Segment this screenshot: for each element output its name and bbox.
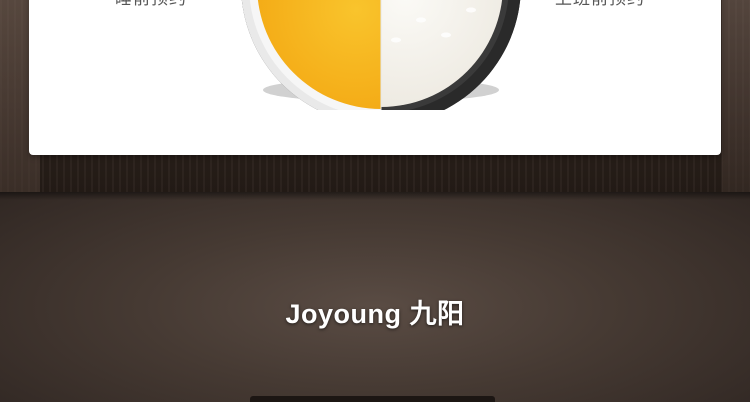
bowl-icon	[241, 0, 521, 125]
right-caption: 上班前预约	[555, 0, 645, 9]
bowl-illustration	[231, 0, 531, 125]
bottom-edge	[250, 396, 495, 402]
feature-card: 睡前预约 上班前预约	[29, 0, 721, 155]
left-caption: 睡前预约	[115, 0, 187, 9]
brand-logo: Joyoung 九阳	[285, 299, 465, 329]
